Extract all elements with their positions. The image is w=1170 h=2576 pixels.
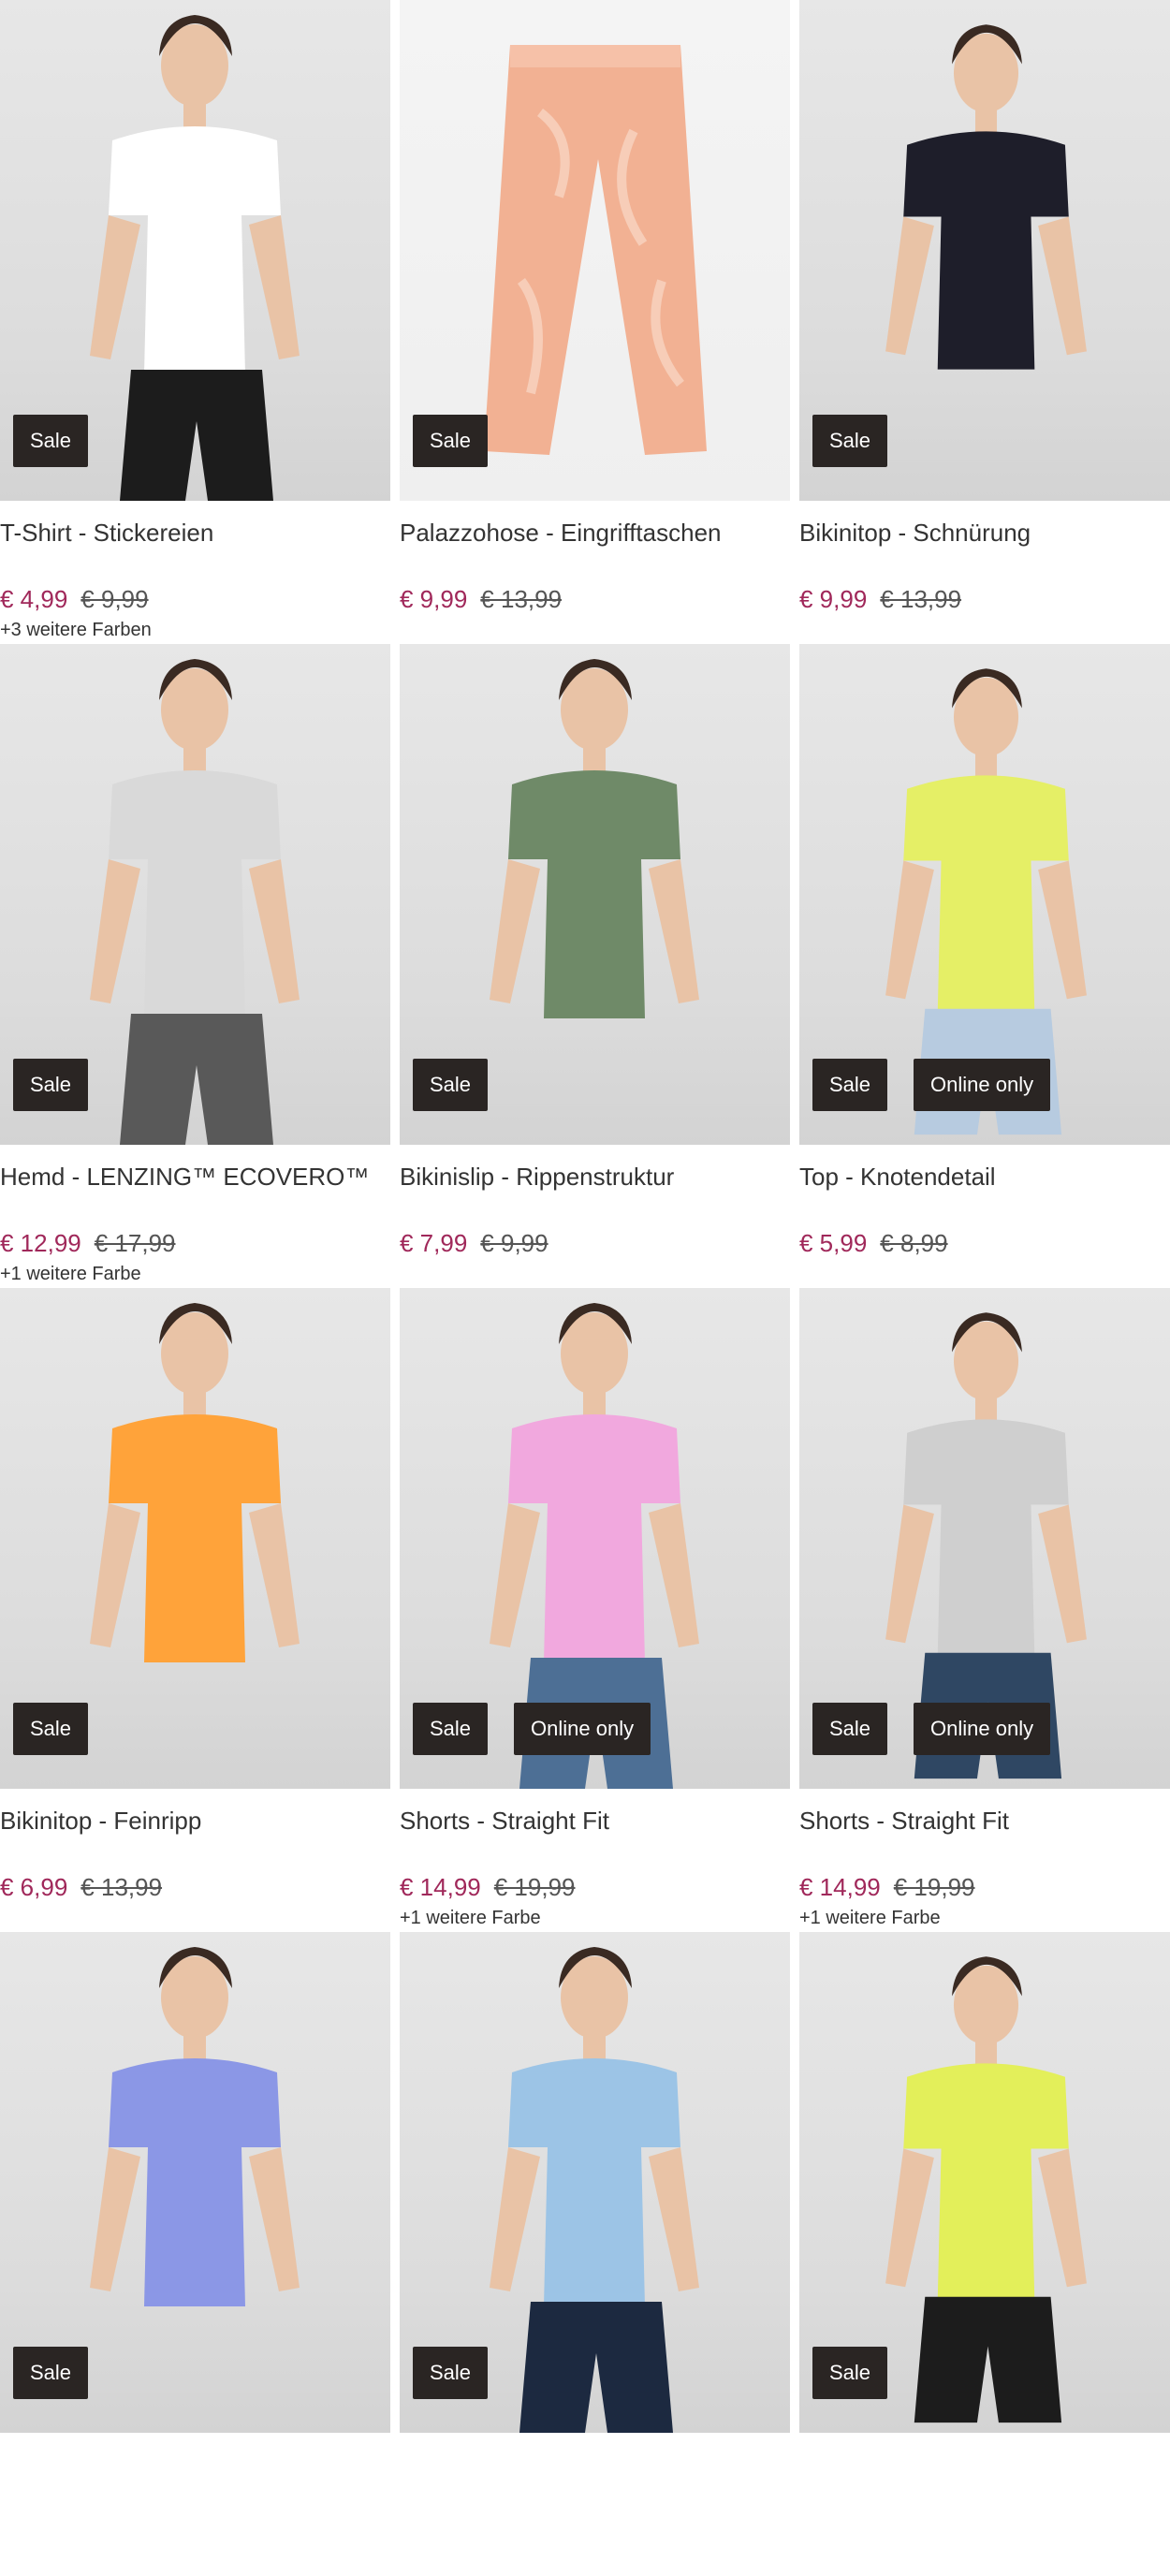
original-price: € 13,99 xyxy=(480,585,563,613)
product-title[interactable]: Bikinitop - Feinripp xyxy=(0,1806,390,1836)
badge-group: Sale xyxy=(413,1059,489,1111)
original-price: € 13,99 xyxy=(80,1873,163,1901)
product-title[interactable]: Hemd - LENZING™ ECOVERO™ xyxy=(0,1162,390,1192)
product-card[interactable]: Sale Bikinislip - Rippenstruktur € 7,99 € 9… xyxy=(400,644,790,1288)
sale-badge: Sale xyxy=(812,415,888,467)
product-card[interactable]: Sale Bikinitop - Feinripp € 6,99 € 13,99 xyxy=(0,1288,390,1932)
product-card[interactable]: Sale xyxy=(799,1932,1170,2576)
sale-badge: Sale xyxy=(13,1059,89,1111)
original-price: € 19,99 xyxy=(493,1873,576,1901)
badge-group: Sale xyxy=(413,2347,489,2399)
sale-badge: Sale xyxy=(413,1703,489,1755)
badge-group: Sale Online only xyxy=(812,1059,1051,1111)
price-row: € 4,99 € 9,99 xyxy=(0,585,390,613)
product-card[interactable]: Sale Online only Shorts - Straight Fit € 14… xyxy=(799,1288,1170,1932)
product-card[interactable]: Sale Bikinitop - Schnürung € 9,99 € 13,99 xyxy=(799,0,1170,644)
badge-group: Sale Online only xyxy=(413,1703,651,1755)
original-price: € 9,99 xyxy=(80,585,149,613)
sale-badge: Sale xyxy=(812,2347,888,2399)
product-title[interactable]: Shorts - Straight Fit xyxy=(400,1806,790,1836)
sale-badge: Sale xyxy=(812,1059,888,1111)
product-image[interactable]: Sale Online only xyxy=(400,1288,790,1789)
product-card[interactable]: Sale xyxy=(0,1932,390,2576)
online-only-badge: Online only xyxy=(514,1703,651,1755)
more-colors-link[interactable]: +1 weitere Farbe xyxy=(0,1263,390,1285)
product-card[interactable]: Sale Hemd - LENZING™ ECOVERO™ € 12,99 € 17,… xyxy=(0,644,390,1288)
sale-price: € 14,99 xyxy=(400,1873,481,1901)
product-title[interactable]: Palazzohose - Eingrifftaschen xyxy=(400,518,790,548)
product-title[interactable]: Top - Knotendetail xyxy=(799,1162,1170,1192)
sale-price: € 4,99 xyxy=(0,585,68,613)
badge-group: Sale xyxy=(13,2347,89,2399)
price-row: € 6,99 € 13,99 xyxy=(0,1873,390,1901)
product-image[interactable]: Sale xyxy=(400,1932,790,2433)
sale-price: € 7,99 xyxy=(400,1229,468,1257)
original-price: € 13,99 xyxy=(880,585,962,613)
price-row: € 9,99 € 13,99 xyxy=(799,585,1170,613)
product-card[interactable]: Sale Online only Shorts - Straight Fit € 14… xyxy=(400,1288,790,1932)
price-row: € 7,99 € 9,99 xyxy=(400,1229,790,1257)
original-price: € 9,99 xyxy=(480,1229,548,1257)
badge-group: Sale xyxy=(812,415,888,467)
product-image[interactable]: Sale xyxy=(799,1932,1170,2433)
product-card[interactable]: Sale Palazzohose - Eingrifftaschen € 9,99 €… xyxy=(400,0,790,644)
product-image[interactable]: Sale xyxy=(0,0,390,501)
online-only-badge: Online only xyxy=(914,1703,1051,1755)
product-image[interactable]: Sale Online only xyxy=(799,644,1170,1145)
sale-price: € 9,99 xyxy=(400,585,468,613)
product-image[interactable]: Sale xyxy=(400,644,790,1145)
badge-group: Sale xyxy=(13,1703,89,1755)
product-image[interactable]: Sale xyxy=(0,644,390,1145)
sale-price: € 12,99 xyxy=(0,1229,81,1257)
badge-group: Sale xyxy=(812,2347,888,2399)
original-price: € 8,99 xyxy=(880,1229,948,1257)
badge-group: Sale xyxy=(413,415,489,467)
product-image[interactable]: Sale xyxy=(400,0,790,501)
product-card[interactable]: Sale xyxy=(400,1932,790,2576)
price-row: € 12,99 € 17,99 xyxy=(0,1229,390,1257)
product-title[interactable]: Bikinitop - Schnürung xyxy=(799,518,1170,548)
more-colors-link[interactable]: +3 weitere Farben xyxy=(0,619,390,641)
sale-price: € 9,99 xyxy=(799,585,868,613)
price-row: € 5,99 € 8,99 xyxy=(799,1229,1170,1257)
badge-group: Sale xyxy=(13,415,89,467)
product-image[interactable]: Sale xyxy=(0,1932,390,2433)
sale-badge: Sale xyxy=(413,2347,489,2399)
sale-price: € 5,99 xyxy=(799,1229,868,1257)
product-card[interactable]: Sale Online only Top - Knotendetail € 5,99 €… xyxy=(799,644,1170,1288)
sale-badge: Sale xyxy=(13,415,89,467)
sale-price: € 6,99 xyxy=(0,1873,68,1901)
product-image[interactable]: Sale xyxy=(0,1288,390,1789)
original-price: € 19,99 xyxy=(893,1873,975,1901)
sale-price: € 14,99 xyxy=(799,1873,881,1901)
product-card[interactable]: Sale T-Shirt - Stickereien € 4,99 € 9,99 +3 … xyxy=(0,0,390,644)
sale-badge: Sale xyxy=(413,1059,489,1111)
price-row: € 14,99 € 19,99 xyxy=(400,1873,790,1901)
sale-badge: Sale xyxy=(812,1703,888,1755)
product-grid: Sale T-Shirt - Stickereien € 4,99 € 9,99 +3 … xyxy=(0,0,1170,2576)
price-row: € 9,99 € 13,99 xyxy=(400,585,790,613)
sale-badge: Sale xyxy=(413,415,489,467)
product-title[interactable]: Bikinislip - Rippenstruktur xyxy=(400,1162,790,1192)
original-price: € 17,99 xyxy=(94,1229,176,1257)
product-title[interactable]: T-Shirt - Stickereien xyxy=(0,518,390,548)
sale-badge: Sale xyxy=(13,1703,89,1755)
more-colors-link[interactable]: +1 weitere Farbe xyxy=(799,1907,1170,1929)
online-only-badge: Online only xyxy=(914,1059,1051,1111)
product-image[interactable]: Sale xyxy=(799,0,1170,501)
product-image[interactable]: Sale Online only xyxy=(799,1288,1170,1789)
badge-group: Sale xyxy=(13,1059,89,1111)
price-row: € 14,99 € 19,99 xyxy=(799,1873,1170,1901)
sale-badge: Sale xyxy=(13,2347,89,2399)
badge-group: Sale Online only xyxy=(812,1703,1051,1755)
more-colors-link[interactable]: +1 weitere Farbe xyxy=(400,1907,790,1929)
product-title[interactable]: Shorts - Straight Fit xyxy=(799,1806,1170,1836)
